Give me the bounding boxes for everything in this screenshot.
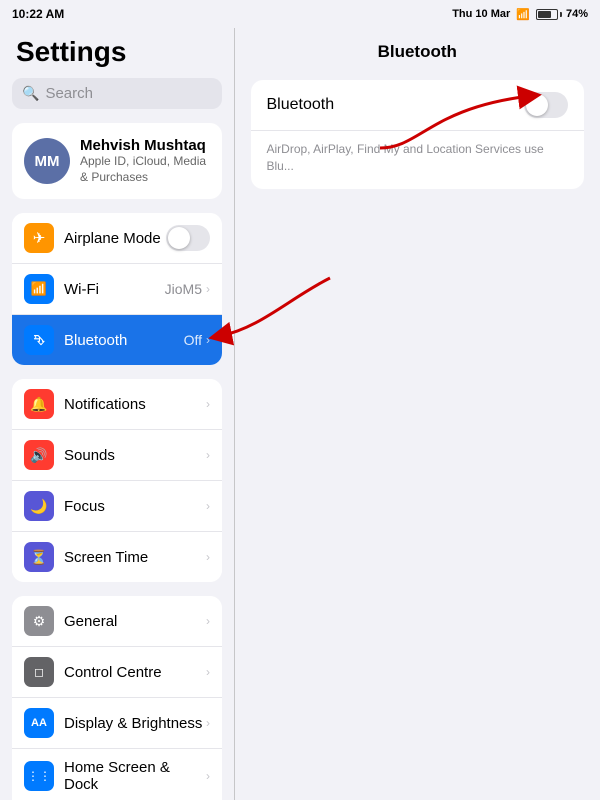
status-right: Thu 10 Mar 📶 74% xyxy=(452,8,588,21)
bluetooth-settings-icon: ⮷ xyxy=(24,325,54,355)
profile-sub: Apple ID, iCloud, Media& Purchases xyxy=(80,154,206,185)
avatar: MM xyxy=(24,138,70,184)
wifi-label: Wi-Fi xyxy=(64,281,165,298)
date-label: Thu 10 Mar xyxy=(452,8,510,20)
sounds-chevron: › xyxy=(206,448,210,462)
wifi-settings-icon: 📶 xyxy=(24,274,54,304)
status-time: 10:22 AM xyxy=(12,7,64,21)
sidebar-item-bluetooth[interactable]: ⮷ Bluetooth Off › xyxy=(12,315,222,365)
sidebar-item-focus[interactable]: 🌙 Focus › xyxy=(12,481,222,532)
control-centre-chevron: › xyxy=(206,665,210,679)
focus-icon: 🌙 xyxy=(24,491,54,521)
airplane-mode-label: Airplane Mode xyxy=(64,230,166,247)
bluetooth-chevron: › xyxy=(206,333,210,347)
search-bar[interactable]: 🔍 Search xyxy=(12,78,222,109)
home-screen-label: Home Screen & Dock xyxy=(64,759,206,793)
bluetooth-value: Off xyxy=(184,332,202,348)
sounds-icon: 🔊 xyxy=(24,440,54,470)
screen-time-label: Screen Time xyxy=(64,549,206,566)
right-panel: Bluetooth Bluetooth AirDrop, AirPlay, Fi… xyxy=(235,28,600,800)
sounds-label: Sounds xyxy=(64,447,206,464)
battery-label: 74% xyxy=(566,8,588,20)
wifi-value: JioM5 xyxy=(165,281,202,297)
display-brightness-chevron: › xyxy=(206,716,210,730)
status-bar: 10:22 AM Thu 10 Mar 📶 74% xyxy=(0,0,600,28)
battery-icon: 74% xyxy=(536,8,588,20)
notifications-icon: 🔔 xyxy=(24,389,54,419)
screen-time-icon: ⏳ xyxy=(24,542,54,572)
bluetooth-panel-toggle[interactable] xyxy=(524,92,568,118)
settings-group-device: ⚙ General › ◻ Control Centre › AA Displa… xyxy=(12,596,222,800)
general-icon: ⚙ xyxy=(24,606,54,636)
focus-label: Focus xyxy=(64,498,206,515)
control-centre-label: Control Centre xyxy=(64,664,206,681)
screen-time-chevron: › xyxy=(206,550,210,564)
home-screen-icon: ⋮⋮ xyxy=(24,761,54,791)
airplane-mode-icon: ✈ xyxy=(24,223,54,253)
general-chevron: › xyxy=(206,614,210,628)
sidebar-item-airplane-mode[interactable]: ✈ Airplane Mode xyxy=(12,213,222,264)
settings-group-connectivity: ✈ Airplane Mode 📶 Wi-Fi JioM5 › ⮷ B xyxy=(12,213,222,365)
bluetooth-toggle-row: Bluetooth xyxy=(251,80,585,131)
control-centre-icon: ◻ xyxy=(24,657,54,687)
notifications-chevron: › xyxy=(206,397,210,411)
panel-title: Bluetooth xyxy=(378,42,457,61)
bluetooth-description: AirDrop, AirPlay, Find My and Location S… xyxy=(251,131,585,189)
notifications-label: Notifications xyxy=(64,396,206,413)
profile-name: Mehvish Mushtaq xyxy=(80,137,206,154)
sidebar-title: Settings xyxy=(0,28,234,78)
sidebar-item-home-screen[interactable]: ⋮⋮ Home Screen & Dock › xyxy=(12,749,222,800)
bluetooth-label: Bluetooth xyxy=(64,332,184,349)
profile-info: Mehvish Mushtaq Apple ID, iCloud, Media&… xyxy=(80,137,206,185)
general-label: General xyxy=(64,613,206,630)
focus-chevron: › xyxy=(206,499,210,513)
settings-group-system: 🔔 Notifications › 🔊 Sounds › 🌙 Focus › xyxy=(12,379,222,582)
display-brightness-icon: AA xyxy=(24,708,54,738)
time-label: 10:22 AM xyxy=(12,7,64,21)
wifi-chevron: › xyxy=(206,282,210,296)
airplane-mode-toggle[interactable] xyxy=(166,225,210,251)
sidebar: Settings 🔍 Search MM Mehvish Mushtaq App… xyxy=(0,28,234,800)
display-brightness-label: Display & Brightness xyxy=(64,715,206,732)
sidebar-item-wifi[interactable]: 📶 Wi-Fi JioM5 › xyxy=(12,264,222,315)
wifi-icon: 📶 xyxy=(516,8,530,21)
bluetooth-setting-label: Bluetooth xyxy=(267,96,525,114)
sidebar-item-sounds[interactable]: 🔊 Sounds › xyxy=(12,430,222,481)
sidebar-item-notifications[interactable]: 🔔 Notifications › xyxy=(12,379,222,430)
home-screen-chevron: › xyxy=(206,769,210,783)
search-placeholder: Search xyxy=(45,85,93,102)
sidebar-item-display-brightness[interactable]: AA Display & Brightness › xyxy=(12,698,222,749)
sidebar-item-general[interactable]: ⚙ General › xyxy=(12,596,222,647)
sidebar-item-screen-time[interactable]: ⏳ Screen Time › xyxy=(12,532,222,582)
bluetooth-settings-card: Bluetooth AirDrop, AirPlay, Find My and … xyxy=(251,80,585,189)
panel-header: Bluetooth xyxy=(235,28,600,72)
sidebar-item-control-centre[interactable]: ◻ Control Centre › xyxy=(12,647,222,698)
search-icon: 🔍 xyxy=(22,85,39,102)
main-container: Settings 🔍 Search MM Mehvish Mushtaq App… xyxy=(0,28,600,800)
profile-card[interactable]: MM Mehvish Mushtaq Apple ID, iCloud, Med… xyxy=(12,123,222,199)
